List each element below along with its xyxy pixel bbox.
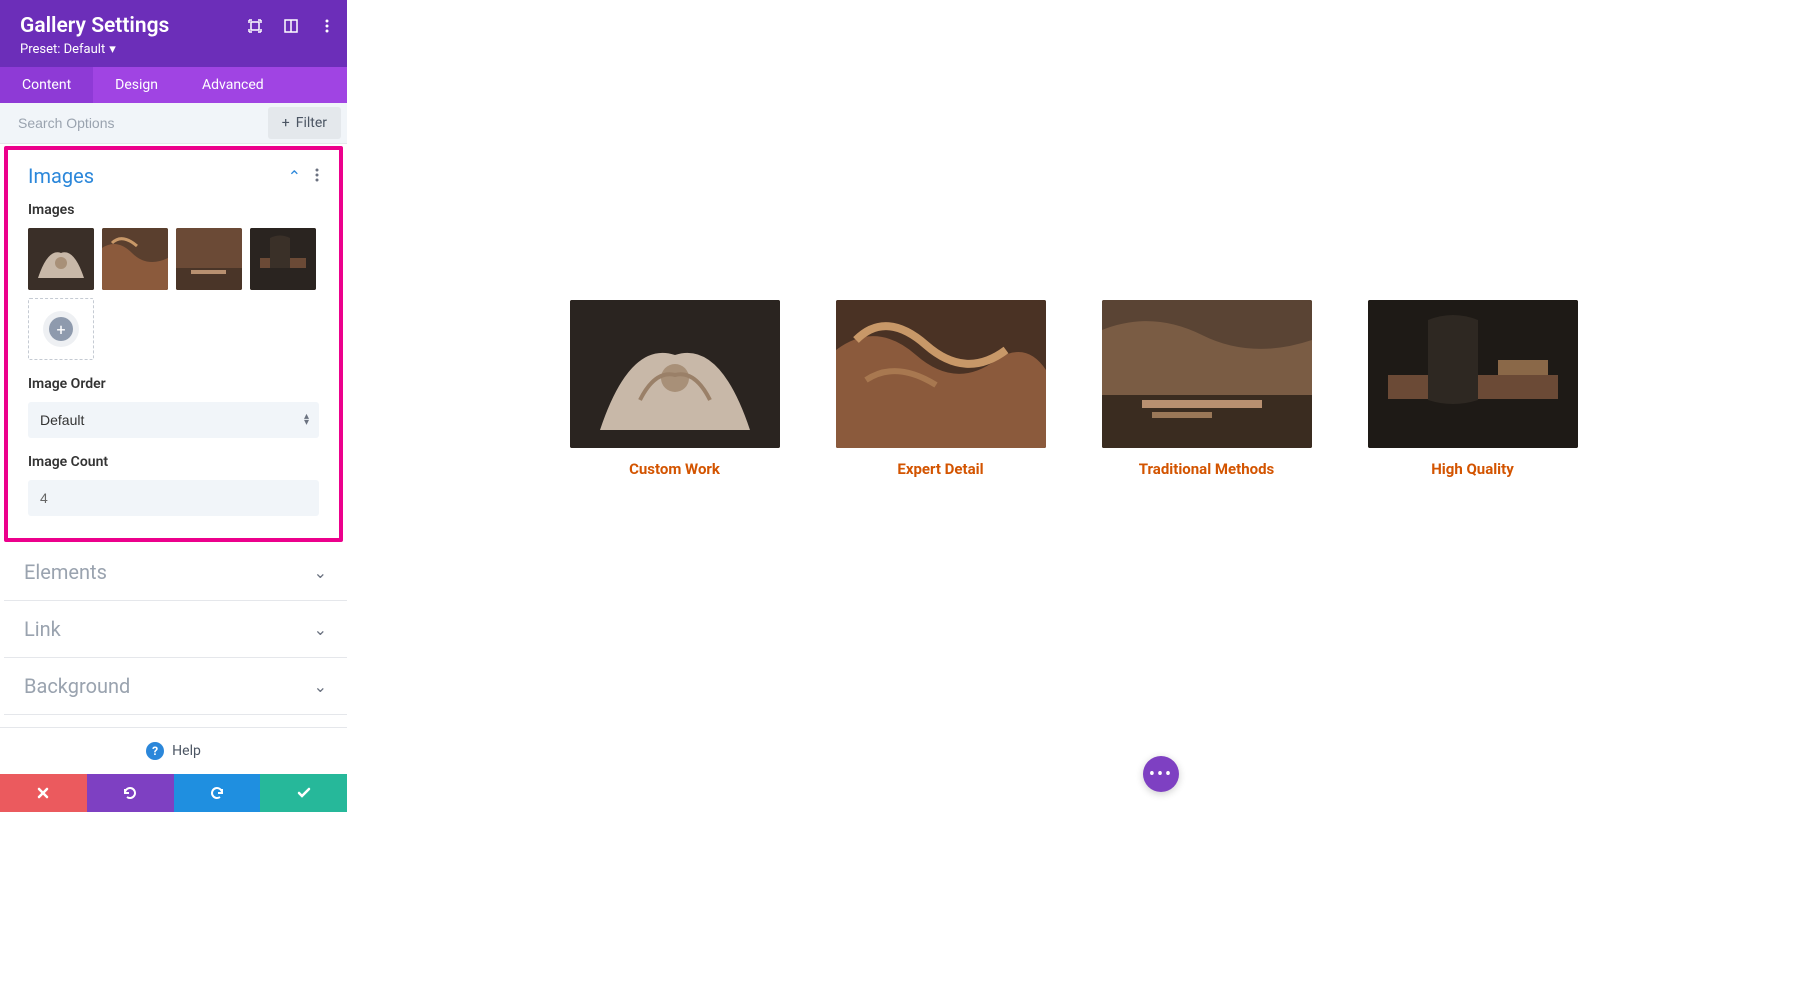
filter-button[interactable]: + Filter <box>268 107 341 139</box>
sidebar-header: Gallery Settings Preset: Default ▾ <box>0 0 347 67</box>
filter-label: Filter <box>296 115 327 131</box>
gallery-image <box>1102 300 1312 448</box>
tab-content[interactable]: Content <box>0 67 93 103</box>
redo-button[interactable] <box>174 774 261 812</box>
gallery-image <box>1368 300 1578 448</box>
search-row: + Filter <box>0 103 347 144</box>
header-actions <box>247 18 335 34</box>
gallery-preview: Custom Work Expert Detail Traditional Me… <box>347 300 1800 478</box>
panel-body: Images ⌃ Images <box>0 144 347 727</box>
preset-dropdown[interactable]: Preset: Default ▾ <box>20 42 327 57</box>
gallery-item[interactable]: Expert Detail <box>836 300 1046 478</box>
preset-label: Preset: Default <box>20 42 105 57</box>
gallery-caption: Custom Work <box>629 460 720 478</box>
tab-advanced[interactable]: Advanced <box>180 67 286 103</box>
link-section[interactable]: Link ⌄ <box>4 601 347 658</box>
search-input[interactable] <box>0 105 268 141</box>
images-section-content: Images <box>8 202 339 538</box>
thumbnail-1[interactable] <box>28 228 94 290</box>
gallery-caption: Expert Detail <box>897 460 983 478</box>
images-field-label: Images <box>28 202 319 218</box>
image-order-label: Image Order <box>28 376 319 392</box>
image-count-label: Image Count <box>28 454 319 470</box>
help-label: Help <box>172 743 201 759</box>
background-section-title: Background <box>24 674 130 698</box>
chevron-down-icon: ⌄ <box>314 677 327 696</box>
chevron-down-icon: ▾ <box>109 42 116 57</box>
tab-design[interactable]: Design <box>93 67 180 103</box>
cancel-button[interactable] <box>0 774 87 812</box>
save-button[interactable] <box>260 774 347 812</box>
image-count-input[interactable] <box>28 480 319 516</box>
expand-icon[interactable] <box>247 18 263 34</box>
gallery-item[interactable]: High Quality <box>1368 300 1578 478</box>
gallery-image <box>836 300 1046 448</box>
plus-icon: + <box>282 115 290 131</box>
images-section-highlight: Images ⌃ Images <box>4 146 343 542</box>
responsive-icon[interactable] <box>283 18 299 34</box>
thumbnail-2[interactable] <box>102 228 168 290</box>
background-section[interactable]: Background ⌄ <box>4 658 347 715</box>
undo-button[interactable] <box>87 774 174 812</box>
settings-sidebar: Gallery Settings Preset: Default ▾ Conte… <box>0 0 347 812</box>
thumbnail-grid: + <box>28 228 319 360</box>
chevron-up-icon[interactable]: ⌃ <box>288 167 301 186</box>
link-section-title: Link <box>24 617 61 641</box>
gallery-caption: Traditional Methods <box>1139 460 1274 478</box>
images-section-header[interactable]: Images ⌃ <box>8 150 339 202</box>
chevron-down-icon: ⌄ <box>314 620 327 639</box>
images-section: Images ⌃ Images <box>8 150 339 538</box>
add-image-button[interactable]: + <box>28 298 94 360</box>
gallery-caption: High Quality <box>1431 460 1514 478</box>
thumbnail-4[interactable] <box>250 228 316 290</box>
more-icon[interactable] <box>319 18 335 34</box>
images-section-title: Images <box>28 164 94 188</box>
elements-section-title: Elements <box>24 560 107 584</box>
footer-actions <box>0 774 347 812</box>
more-icon[interactable] <box>315 167 319 186</box>
help-icon: ? <box>146 742 164 760</box>
gallery-item[interactable]: Traditional Methods <box>1102 300 1312 478</box>
settings-tabs: Content Design Advanced <box>0 67 347 103</box>
preview-canvas: Custom Work Expert Detail Traditional Me… <box>347 0 1800 812</box>
image-order-select[interactable]: Default <box>28 402 319 438</box>
admin-label-section[interactable]: Admin Label ⌄ <box>4 715 347 727</box>
help-button[interactable]: ? Help <box>0 727 347 774</box>
fab-more-button[interactable]: ••• <box>1143 756 1179 792</box>
ellipsis-icon: ••• <box>1149 764 1173 785</box>
thumbnail-3[interactable] <box>176 228 242 290</box>
elements-section[interactable]: Elements ⌄ <box>4 544 347 601</box>
gallery-item[interactable]: Custom Work <box>570 300 780 478</box>
chevron-down-icon: ⌄ <box>314 563 327 582</box>
plus-icon: + <box>49 317 73 341</box>
image-order-select-wrap: Default ▴▾ <box>28 402 319 438</box>
images-section-actions: ⌃ <box>288 167 319 186</box>
gallery-image <box>570 300 780 448</box>
